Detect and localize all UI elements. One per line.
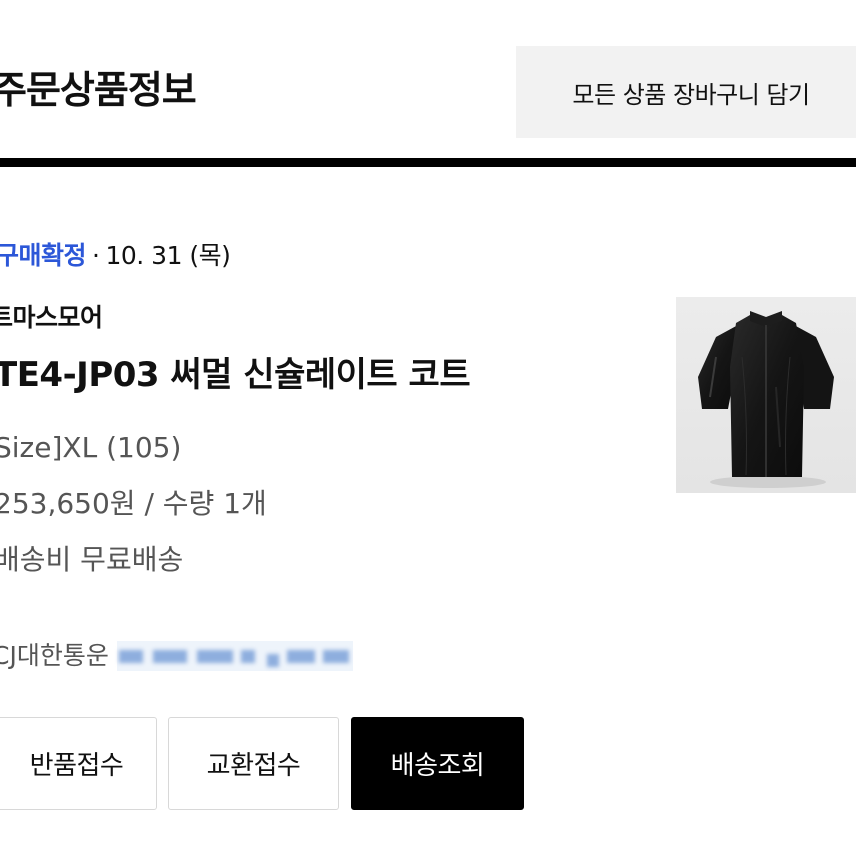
- exchange-request-button[interactable]: 교환접수: [168, 717, 339, 810]
- shipping-fee: 배송비 무료배송: [0, 543, 184, 576]
- return-request-button[interactable]: 반품접수: [0, 717, 157, 810]
- header-divider: [0, 158, 856, 167]
- tracking-number-blurred[interactable]: [116, 641, 353, 671]
- jacket-photo-icon: [676, 297, 856, 493]
- add-all-to-cart-button[interactable]: 모든 상품 장바구니 담기: [516, 46, 856, 138]
- order-status-line: 구매확정 · 10. 31 (목): [0, 238, 231, 274]
- page-title: 주문상품정보: [0, 68, 197, 112]
- order-date: 10. 31 (목): [105, 241, 231, 270]
- product-option: Size]XL (105): [0, 431, 182, 464]
- product-thumbnail[interactable]: [676, 297, 856, 493]
- courier-name: CJ대한통운: [0, 641, 109, 670]
- status-badge: 구매확정: [0, 241, 87, 270]
- courier-info: CJ대한통운: [0, 636, 353, 676]
- status-separator: ·: [92, 241, 100, 270]
- product-price-quantity: 253,650원 / 수량 1개: [0, 487, 267, 520]
- delivery-tracking-button[interactable]: 배송조회: [351, 717, 524, 810]
- product-name[interactable]: TE4-JP03 써멀 신슐레이트 코트: [0, 352, 471, 398]
- store-name[interactable]: 트마스모어: [0, 300, 103, 336]
